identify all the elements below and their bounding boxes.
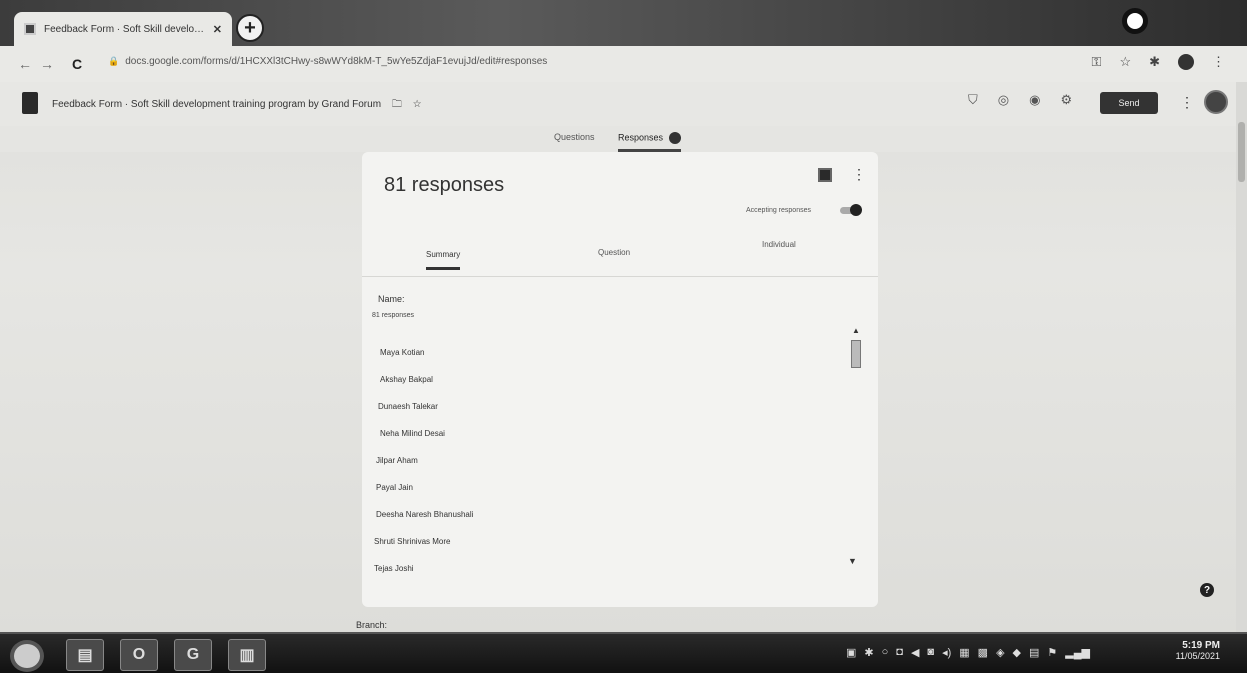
question-response-count: 81 responses (372, 312, 415, 319)
key-icon[interactable]: ⚿ (1092, 54, 1102, 70)
list-item: Dunaesh Talekar (378, 402, 438, 411)
address-bar[interactable]: 🔒 docs.google.com/forms/d/1HCXXl3tCHwy-s8… (108, 56, 988, 74)
toggle-knob (850, 204, 862, 216)
tray-app-icon[interactable]: ◈ (996, 646, 1004, 659)
chrome-browser-icon[interactable]: G (174, 639, 212, 671)
browser-tab[interactable]: Feedback Form · Soft Skill develo… ✕ (14, 12, 232, 46)
lock-icon: 🔒 (108, 56, 120, 66)
system-tray: ▣ ✱ ○ ◘ ◀ ◙ ◂) ▦ ▩ ◈ ◆ ▤ ⚑ ▂▄▆ (846, 646, 1090, 659)
header-icons: ⛉ ◎ ◉ ⚙ (968, 92, 1072, 108)
list-item: Neha Milind Desai (380, 429, 445, 438)
name-response-list: Maya Kotian Akshay Bakpal Dunaesh Taleka… (362, 324, 862, 576)
list-item: Shruti Shrinivas More (374, 537, 451, 546)
extensions-puzzle-icon[interactable]: ✱ (1149, 54, 1160, 70)
omnibox-icons: ⚿ ☆ ✱ ⋮ (1092, 54, 1225, 70)
card-more-icon[interactable]: ⋮ (852, 166, 866, 183)
responses-card: 81 responses ⋮ Accepting responses Summa… (362, 152, 878, 607)
tray-app-icon[interactable]: ▣ (846, 646, 856, 659)
tab-responses[interactable]: Responses (618, 132, 682, 152)
start-button[interactable] (10, 640, 44, 672)
list-scroll-up-icon[interactable]: ▲ (852, 326, 860, 335)
reload-icon[interactable]: C (66, 56, 88, 72)
subtab-divider (362, 276, 878, 277)
list-item: Tejas Joshi (374, 564, 414, 573)
next-question-label: Branch: (356, 620, 388, 630)
tray-app-icon[interactable]: ▤ (1029, 646, 1039, 659)
back-arrow-icon[interactable]: ← (14, 56, 36, 72)
accepting-responses-label: Accepting responses (746, 207, 811, 214)
page-scrollbar-thumb[interactable] (1238, 122, 1245, 182)
addons-icon[interactable]: ⛉ (968, 92, 978, 108)
opera-browser-icon[interactable]: O (120, 639, 158, 671)
sheets-icon[interactable] (818, 168, 832, 182)
bookmark-star-icon[interactable]: ☆ (1119, 54, 1131, 70)
browser-tab-strip: Feedback Form · Soft Skill develo… ✕ + (0, 0, 1247, 46)
form-title-text: Feedback Form · Soft Skill development t… (52, 99, 382, 110)
taskbar-clock[interactable]: 5:19 PM 11/05/2021 (1150, 640, 1220, 661)
forms-favicon-icon (24, 23, 36, 35)
settings-gear-icon[interactable]: ⚙ (1060, 92, 1072, 108)
accepting-responses-toggle[interactable] (840, 204, 862, 216)
tab-responses-label: Responses (618, 132, 664, 143)
forward-arrow-icon[interactable]: → (36, 56, 58, 72)
notepad-icon[interactable]: ▥ (228, 639, 266, 671)
responses-count-badge (669, 132, 682, 144)
clock-time: 5:19 PM (1182, 640, 1220, 651)
subtab-summary[interactable]: Summary (426, 250, 461, 270)
user-avatar[interactable] (1204, 90, 1228, 114)
browser-menu-icon[interactable]: ⋮ (1212, 54, 1225, 70)
browser-tab-title: Feedback Form · Soft Skill develo… (44, 23, 205, 35)
form-tabs: Questions Responses (0, 126, 1247, 152)
preview-eye-icon[interactable]: ◉ (1029, 92, 1040, 108)
list-scrollbar-thumb[interactable] (851, 340, 861, 368)
responses-count-title: 81 responses (384, 174, 505, 196)
page-scrollbar[interactable] (1236, 82, 1247, 642)
clock-date: 11/05/2021 (1175, 651, 1220, 661)
new-tab-button[interactable]: + (236, 14, 264, 42)
more-options-icon[interactable]: ⋮ (1180, 94, 1194, 111)
volume-icon[interactable]: ◂) (942, 646, 951, 659)
help-icon[interactable]: ? (1200, 583, 1214, 597)
network-signal-icon[interactable]: ▂▄▆ (1065, 646, 1090, 659)
send-button[interactable]: Send (1100, 92, 1158, 114)
list-item: Deesha Naresh Bhanushali (376, 510, 474, 519)
star-icon[interactable]: ☆ (413, 99, 422, 110)
browser-profile-icon[interactable] (1122, 8, 1148, 34)
tray-app-icon[interactable]: ▦ (959, 646, 969, 659)
list-item: Jilpar Aham (376, 456, 418, 465)
screen: Feedback Form · Soft Skill develo… ✕ + ←… (0, 0, 1247, 673)
tray-app-icon[interactable]: ◘ (896, 646, 903, 659)
tab-close-icon[interactable]: ✕ (213, 23, 222, 36)
folder-icon[interactable]: 🗀 (392, 99, 402, 110)
forms-doc-icon[interactable] (22, 92, 38, 114)
list-item: Payal Jain (376, 483, 413, 492)
subtab-individual[interactable]: Individual (762, 240, 796, 249)
url-text: docs.google.com/forms/d/1HCXXl3tCHwy-s8w… (125, 56, 548, 67)
tray-expand-icon[interactable]: ◀ (911, 646, 919, 659)
account-avatar-icon[interactable] (1178, 54, 1194, 70)
tray-app-icon[interactable]: ◙ (927, 646, 934, 659)
question-name-label: Name: (378, 294, 405, 304)
subtab-question[interactable]: Question (598, 248, 630, 257)
palette-icon[interactable]: ◎ (998, 92, 1009, 108)
omnibox-row: ← → C 🔒 docs.google.com/forms/d/1HCXXl3tC… (0, 46, 1247, 82)
tray-app-icon[interactable]: ✱ (864, 646, 873, 659)
list-item: Akshay Bakpal (380, 375, 433, 384)
os-taskbar: ▤ O G ▥ ▣ ✱ ○ ◘ ◀ ◙ ◂) ▦ ▩ ◈ ◆ ▤ ⚑ ▂▄▆ 5… (0, 632, 1247, 673)
list-scroll-down-icon[interactable]: ▼ (848, 556, 857, 566)
tray-app-icon[interactable]: ◆ (1013, 646, 1021, 659)
file-explorer-icon[interactable]: ▤ (66, 639, 104, 671)
flag-icon[interactable]: ⚑ (1047, 646, 1057, 659)
form-title[interactable]: Feedback Form · Soft Skill development t… (52, 97, 422, 114)
tray-app-icon[interactable]: ○ (882, 646, 889, 659)
tray-app-icon[interactable]: ▩ (978, 646, 988, 659)
tab-questions[interactable]: Questions (554, 132, 595, 142)
list-item: Maya Kotian (380, 348, 425, 357)
forms-header: Feedback Form · Soft Skill development t… (0, 82, 1247, 126)
